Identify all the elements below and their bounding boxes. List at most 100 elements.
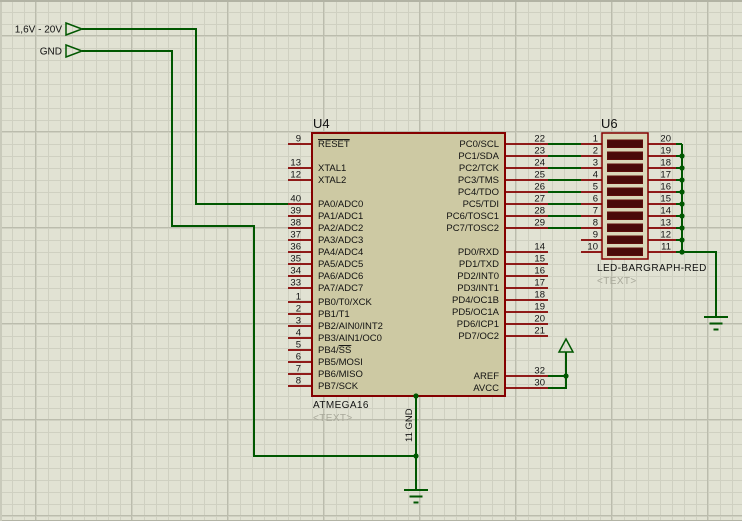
led-segment (608, 236, 643, 244)
pin-number: 4 (296, 328, 301, 339)
pin-name: PC5/TDI (463, 199, 499, 210)
pin-number: 21 (534, 326, 545, 337)
pin-name: PC2/TCK (459, 163, 500, 174)
pin-number: 25 (534, 170, 545, 181)
gnd-terminal-label: GND (40, 47, 62, 58)
pin-number: 30 (534, 378, 545, 389)
pin-number: 1 (296, 292, 301, 303)
pin-name: PB2/AIN0/INT2 (318, 321, 383, 332)
pin-number: 12 (290, 170, 301, 181)
pin-number: 15 (660, 194, 671, 205)
pin-name: PA3/ADC3 (318, 235, 363, 246)
ground-symbol[interactable] (704, 317, 728, 330)
input-terminal-gnd[interactable]: GND (40, 45, 82, 58)
pin-name: PD7/OC2 (458, 331, 499, 342)
pin-name: PD1/TXD (459, 259, 499, 270)
pin-number: 26 (534, 182, 545, 193)
pin-name: PB5/MOSI (318, 357, 363, 368)
pin-number: 9 (296, 134, 301, 145)
chip-text-placeholder: <TEXT> (313, 413, 353, 424)
wire-bus-to-ground[interactable] (682, 252, 716, 317)
vin-terminal-label: 1,6V - 20V (15, 25, 63, 36)
pin-name: PB0/T0/XCK (318, 297, 373, 308)
pin-number: 13 (660, 218, 671, 229)
pin-number: 33 (290, 278, 301, 289)
pin-name: AVCC (473, 383, 499, 394)
pin-name: PB7/SCK (318, 381, 359, 392)
wire-avcc-power[interactable] (548, 352, 566, 388)
pin-number: 3 (296, 316, 301, 327)
input-terminal-icon[interactable] (66, 45, 82, 57)
pin-number: 7 (593, 206, 598, 217)
pin-number: 37 (290, 230, 301, 241)
pin-number: 20 (660, 134, 671, 145)
led-segment (608, 176, 643, 184)
bargraph-part-label: LED-BARGRAPH-RED (597, 263, 707, 274)
led-segment (608, 224, 643, 232)
pin-number: 7 (296, 364, 301, 375)
pin-name: RESET (318, 139, 350, 150)
pin-number: 22 (534, 134, 545, 145)
pin-number: 28 (534, 206, 545, 217)
junction-dot (679, 201, 684, 206)
pin-name: PC3/TMS (458, 175, 499, 186)
junction-dot (679, 165, 684, 170)
pin-number: 23 (534, 146, 545, 157)
pin-number: 34 (290, 266, 301, 277)
pin-name: PC7/TOSC2 (446, 223, 499, 234)
pin-number: 14 (534, 242, 545, 253)
bargraph-ref: U6 (601, 116, 618, 131)
bargraph-text-placeholder: <TEXT> (597, 276, 637, 287)
pin-number: 5 (296, 340, 301, 351)
pin-number: 3 (593, 158, 598, 169)
pin-number: 10 (587, 242, 598, 253)
pin-name: PD0/RXD (458, 247, 499, 258)
pin-number: 39 (290, 206, 301, 217)
junction-dot (679, 189, 684, 194)
pin-number: 36 (290, 242, 301, 253)
led-segment (608, 212, 643, 220)
junction-dot (679, 237, 684, 242)
pin-name: PC1/SDA (458, 151, 499, 162)
led-segment (608, 248, 643, 256)
pin-number: 9 (593, 230, 598, 241)
pin-name: AREF (474, 371, 500, 382)
pin-name: PA4/ADC4 (318, 247, 363, 258)
power-terminal-icon[interactable] (559, 339, 573, 352)
junction-dot (679, 249, 684, 254)
pin-name: PC6/TOSC1 (446, 211, 499, 222)
input-terminal-icon[interactable] (66, 23, 82, 35)
pin-name: PA6/ADC6 (318, 271, 363, 282)
schematic-svg: 9RESET13XTAL112XTAL240PA0/ADC039PA1/ADC1… (0, 0, 742, 521)
pin-name: XTAL2 (318, 175, 346, 186)
pin-name: PA0/ADC0 (318, 199, 363, 210)
led-segment (608, 140, 643, 148)
pin-number: 2 (593, 146, 598, 157)
schematic-canvas[interactable]: 9RESET13XTAL112XTAL240PA0/ADC039PA1/ADC1… (0, 0, 742, 521)
pin-name: PB6/MISO (318, 369, 363, 380)
pin-number: 12 (660, 230, 671, 241)
pin-number: 17 (660, 170, 671, 181)
pin-name: PD3/INT1 (457, 283, 499, 294)
pin-number: 19 (660, 146, 671, 157)
input-terminal-vin[interactable]: 1,6V - 20V (15, 23, 82, 36)
wire-vin-to-pa0[interactable] (82, 29, 288, 204)
pin-name: PA2/ADC2 (318, 223, 363, 234)
pin-name: PA1/ADC1 (318, 211, 363, 222)
ground-symbol[interactable] (404, 490, 428, 503)
pin-name: PB3/AIN1/OC0 (318, 333, 382, 344)
junction-dot (679, 177, 684, 182)
pin-number: 5 (593, 182, 598, 193)
chip-part-label: ATMEGA16 (313, 400, 369, 411)
pin-number: 1 (593, 134, 598, 145)
pin-number: 19 (534, 302, 545, 313)
pin-number: 6 (593, 194, 598, 205)
pin-number: 29 (534, 218, 545, 229)
junction-dot (679, 213, 684, 218)
pin-name: PC4/TDO (458, 187, 499, 198)
pin-number: 8 (296, 376, 301, 387)
led-segment (608, 188, 643, 196)
pin-number: 16 (660, 182, 671, 193)
pin-name: XTAL1 (318, 163, 346, 174)
pin-name: PB4/SS (318, 345, 351, 356)
